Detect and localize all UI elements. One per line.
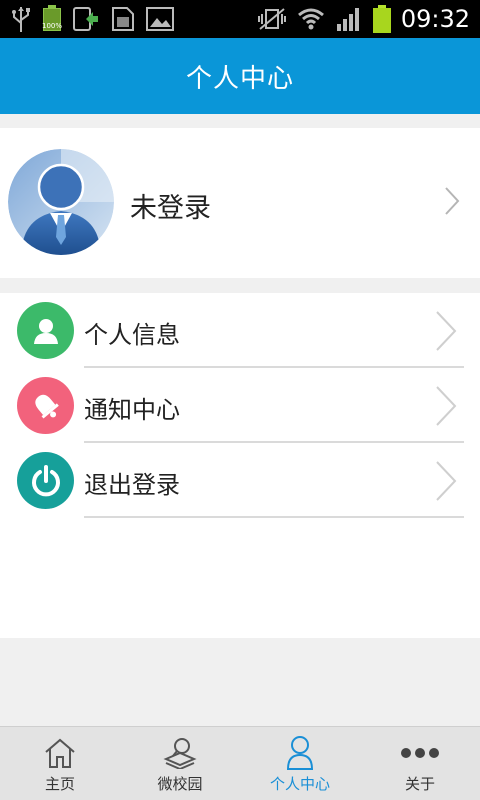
usb-icon xyxy=(10,5,32,33)
nav-label: 主页 xyxy=(44,775,75,793)
bottom-nav: 主页 微校园 个人中心 关于 xyxy=(0,726,480,800)
home-icon xyxy=(43,735,77,771)
divider xyxy=(84,516,464,518)
menu-item-label: 个人信息 xyxy=(84,321,180,349)
nav-label: 关于 xyxy=(404,775,435,793)
nav-label: 微校园 xyxy=(157,775,203,793)
menu-item-notifications[interactable]: 通知中心 xyxy=(0,368,480,443)
signal-icon xyxy=(335,5,363,33)
login-status: 未登录 xyxy=(130,193,211,224)
battery-icon xyxy=(372,5,391,33)
menu-item-logout[interactable]: 退出登录 xyxy=(0,443,480,518)
data-transfer-icon xyxy=(72,5,100,33)
status-right: 09:32 xyxy=(257,5,470,33)
profile-card[interactable]: 未登录 xyxy=(0,128,480,278)
chevron-right-icon xyxy=(443,186,461,220)
campus-icon xyxy=(163,735,197,771)
battery-percent: 100% xyxy=(41,22,62,30)
nav-item-campus[interactable]: 微校园 xyxy=(120,727,240,800)
battery-full-icon: 100% xyxy=(42,5,62,33)
menu-item-label: 通知中心 xyxy=(84,396,180,424)
bell-icon xyxy=(17,377,74,434)
menu-item-profile-info[interactable]: 个人信息 xyxy=(0,293,480,368)
nav-item-about[interactable]: 关于 xyxy=(360,727,480,800)
page-title: 个人中心 xyxy=(185,63,294,94)
avatar[interactable] xyxy=(8,149,114,255)
status-left: 100% xyxy=(10,5,174,33)
power-icon xyxy=(17,452,74,509)
chevron-right-icon xyxy=(434,310,458,356)
image-icon xyxy=(146,5,174,33)
menu-list: 个人信息 通知中心 退出登录 xyxy=(0,293,480,638)
status-bar: 100% 09:32 xyxy=(0,0,480,38)
menu-item-label: 退出登录 xyxy=(84,471,180,499)
chevron-right-icon xyxy=(434,385,458,431)
nav-item-personal-center[interactable]: 个人中心 xyxy=(240,727,360,800)
user-icon xyxy=(17,302,74,359)
more-icon xyxy=(400,735,440,771)
nav-item-home[interactable]: 主页 xyxy=(0,727,120,800)
person-icon xyxy=(283,735,317,771)
title-bar: 个人中心 xyxy=(0,38,480,114)
chevron-right-icon xyxy=(434,460,458,506)
vibrate-icon xyxy=(257,5,287,33)
sd-card-icon xyxy=(110,5,136,33)
clock: 09:32 xyxy=(400,5,470,33)
default-avatar-icon xyxy=(8,149,114,255)
nav-label: 个人中心 xyxy=(269,775,330,793)
wifi-icon xyxy=(297,5,325,33)
